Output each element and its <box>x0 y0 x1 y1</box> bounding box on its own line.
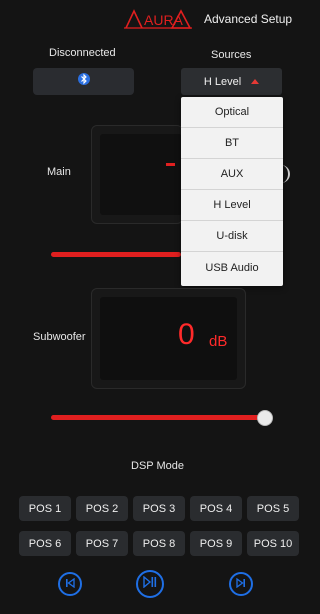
skip-next-icon <box>236 575 246 593</box>
caret-up-icon <box>251 79 260 84</box>
sources-select[interactable]: H Level <box>181 68 282 95</box>
page-title: Advanced Setup <box>204 12 293 26</box>
connection-status: Disconnected <box>49 47 116 59</box>
pos-6-button[interactable]: POS 6 <box>19 531 71 556</box>
source-option-aux[interactable]: AUX <box>181 159 283 190</box>
source-option-u-disk[interactable]: U-disk <box>181 221 283 252</box>
main-volume-slider[interactable] <box>51 252 181 257</box>
pos-2-button[interactable]: POS 2 <box>76 496 128 521</box>
bluetooth-icon <box>77 72 90 91</box>
sources-label: Sources <box>211 49 252 61</box>
pos-4-button[interactable]: POS 4 <box>190 496 242 521</box>
main-volume-value <box>166 163 175 166</box>
logo-text: AURA <box>144 12 184 28</box>
source-option-usb-audio[interactable]: USB Audio <box>181 252 283 283</box>
play-pause-icon <box>143 575 157 593</box>
sources-dropdown: Optical BT AUX H Level U-disk USB Audio <box>181 97 283 286</box>
pos-7-button[interactable]: POS 7 <box>76 531 128 556</box>
subwoofer-slider[interactable] <box>51 415 265 420</box>
pos-9-button[interactable]: POS 9 <box>190 531 242 556</box>
pos-8-button[interactable]: POS 8 <box>133 531 185 556</box>
main-volume-display <box>91 125 183 224</box>
subwoofer-label: Subwoofer <box>33 331 86 343</box>
skip-previous-icon <box>65 575 75 593</box>
next-button[interactable] <box>229 572 253 596</box>
pos-3-button[interactable]: POS 3 <box>133 496 185 521</box>
pos-1-button[interactable]: POS 1 <box>19 496 71 521</box>
aura-logo: AURA <box>124 8 192 30</box>
pos-10-button[interactable]: POS 10 <box>247 531 299 556</box>
dsp-mode-label: DSP Mode <box>131 460 184 472</box>
source-option-h-level[interactable]: H Level <box>181 190 283 221</box>
previous-button[interactable] <box>58 572 82 596</box>
sources-selected-value: H Level <box>203 75 242 88</box>
subwoofer-slider-thumb[interactable] <box>257 410 273 426</box>
bluetooth-button[interactable] <box>33 68 134 95</box>
source-option-optical[interactable]: Optical <box>181 97 283 128</box>
main-label: Main <box>47 166 71 178</box>
subwoofer-unit: dB <box>209 333 228 350</box>
subwoofer-value: 0 <box>178 318 195 351</box>
play-pause-button[interactable] <box>136 570 164 598</box>
source-option-bt[interactable]: BT <box>181 128 283 159</box>
pos-5-button[interactable]: POS 5 <box>247 496 299 521</box>
